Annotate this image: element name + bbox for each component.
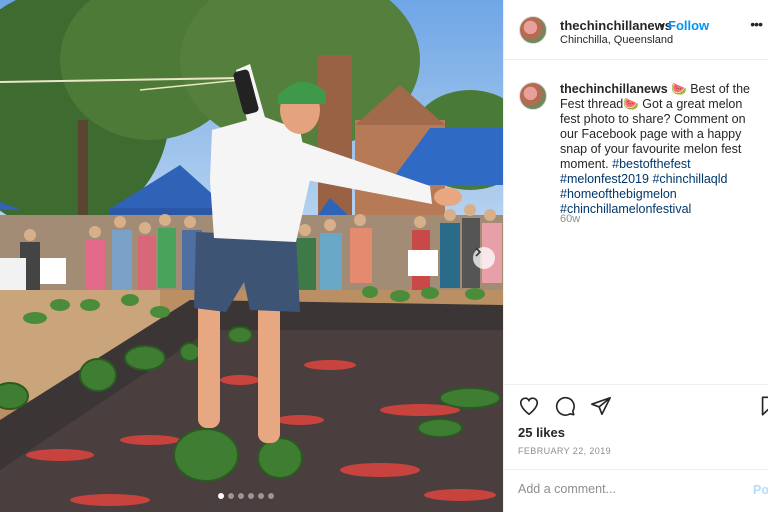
post-comment-button[interactable]: Post bbox=[753, 483, 768, 497]
watermelon-emoji-icon: 🍉 bbox=[623, 97, 639, 111]
avatar[interactable] bbox=[519, 16, 547, 44]
melon-skiing-scene bbox=[0, 0, 503, 512]
caption-time[interactable]: 60w bbox=[560, 213, 580, 225]
hashtag-link[interactable]: #homeofthebigmelon bbox=[560, 187, 677, 201]
share-icon[interactable] bbox=[590, 395, 612, 417]
post-date: FEBRUARY 22, 2019 bbox=[518, 446, 612, 456]
location-link[interactable]: Chinchilla, Queensland bbox=[560, 34, 673, 46]
carousel-dot bbox=[228, 493, 234, 499]
post-sidebar: thechinchillanews • Follow Chinchilla, Q… bbox=[503, 0, 768, 512]
header-username[interactable]: thechinchillanews bbox=[560, 18, 672, 33]
carousel-dot bbox=[268, 493, 274, 499]
chevron-right-icon bbox=[475, 247, 482, 257]
action-bar: 25 likes FEBRUARY 22, 2019 Post bbox=[504, 384, 768, 512]
comment-bar: Post bbox=[504, 469, 768, 512]
carousel-dot bbox=[248, 493, 254, 499]
more-dots-icon[interactable]: ••• bbox=[750, 16, 763, 32]
watermelon-emoji-icon: 🍉 bbox=[671, 82, 687, 96]
comment-input[interactable] bbox=[518, 482, 718, 496]
hashtag-link[interactable]: #chinchillaqld bbox=[652, 172, 727, 186]
follow-button[interactable]: Follow bbox=[668, 18, 709, 33]
likes-count[interactable]: 25 likes bbox=[518, 425, 565, 440]
caption-text: thechinchillanews 🍉 Best of the Fest thr… bbox=[560, 82, 765, 217]
post-header: thechinchillanews • Follow Chinchilla, Q… bbox=[504, 0, 768, 60]
hashtag-link[interactable]: #melonfest2019 bbox=[560, 172, 649, 186]
header-separator: • bbox=[660, 18, 665, 33]
comment-icon[interactable] bbox=[554, 395, 576, 417]
carousel-indicator bbox=[218, 493, 274, 499]
carousel-next-button[interactable] bbox=[473, 247, 495, 269]
carousel-dot bbox=[258, 493, 264, 499]
carousel-dot bbox=[238, 493, 244, 499]
caption-username[interactable]: thechinchillanews bbox=[560, 82, 668, 96]
carousel-dot bbox=[218, 493, 224, 499]
hashtag-link[interactable]: #bestofthefest bbox=[612, 157, 691, 171]
bookmark-icon[interactable] bbox=[758, 395, 768, 417]
post-photo[interactable] bbox=[0, 0, 503, 512]
heart-icon[interactable] bbox=[518, 395, 540, 417]
caption-avatar[interactable] bbox=[519, 82, 547, 110]
